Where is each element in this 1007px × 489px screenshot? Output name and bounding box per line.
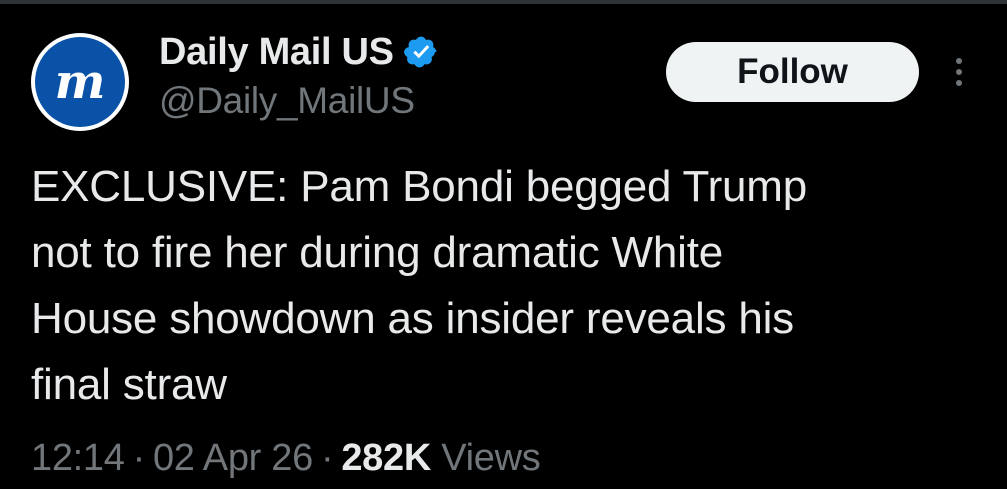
follow-button[interactable]: Follow <box>666 42 919 102</box>
verified-badge-icon[interactable] <box>402 33 440 71</box>
views-label: Views <box>441 437 541 479</box>
tweet-text-line: not to fire her during dramatic White <box>31 228 724 277</box>
tweet-text-line: House showdown as insider reveals his <box>31 294 794 343</box>
handle[interactable]: @Daily_MailUS <box>159 80 415 122</box>
tweet-text-line: EXCLUSIVE: Pam Bondi begged Trump <box>31 162 808 211</box>
tweet-meta: 12:14 · 02 Apr 26 · 282K Views <box>31 437 541 480</box>
more-dot <box>956 80 962 86</box>
svg-text:m: m <box>55 56 106 108</box>
top-divider <box>0 0 1007 4</box>
daily-mail-logo-icon: m <box>35 37 125 127</box>
meta-separator: · <box>320 437 334 479</box>
tweet-text-line: final straw <box>31 360 227 409</box>
more-dot <box>956 69 962 75</box>
tweet-date[interactable]: 02 Apr 26 <box>153 437 313 479</box>
tweet-card: m Daily Mail US @Daily_MailUS Follow EXC… <box>0 0 1007 489</box>
display-name[interactable]: Daily Mail US <box>159 31 394 74</box>
avatar[interactable]: m <box>31 33 129 131</box>
author-row: Daily Mail US <box>159 28 440 76</box>
meta-separator: · <box>132 437 146 479</box>
tweet-time[interactable]: 12:14 <box>31 437 125 479</box>
more-dot <box>956 58 962 64</box>
tweet-text: EXCLUSIVE: Pam Bondi begged Trump not to… <box>31 154 981 418</box>
views-count[interactable]: 282K <box>341 437 431 479</box>
more-options-icon[interactable] <box>944 50 974 94</box>
